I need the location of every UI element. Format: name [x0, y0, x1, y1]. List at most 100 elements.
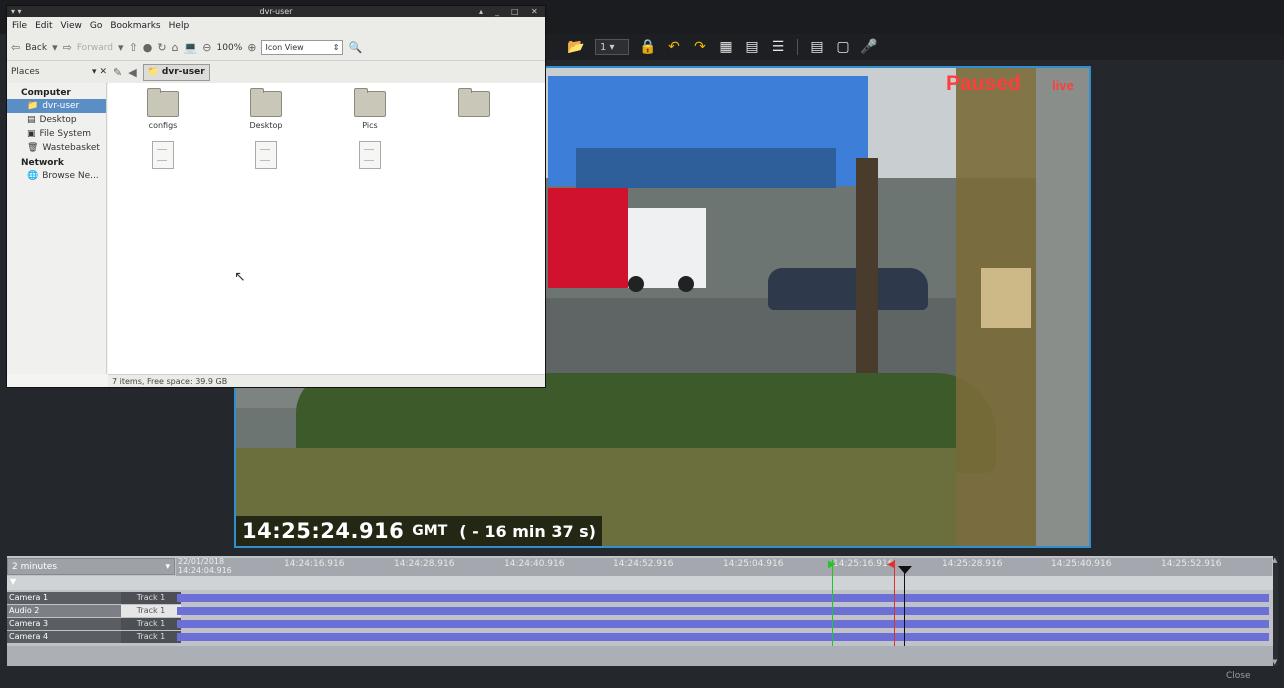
- file-icon-view[interactable]: configs Desktop Pics: [108, 83, 545, 374]
- file-item[interactable]: [330, 141, 410, 169]
- undo-icon[interactable]: ↶: [663, 37, 685, 57]
- sidebar-heading-computer: Computer: [21, 88, 71, 98]
- recording-bar[interactable]: [177, 633, 1269, 641]
- timeline-ruler[interactable]: 14:24:16.916 14:24:28.916 14:24:40.916 1…: [176, 558, 1272, 576]
- breadcrumb-label: dvr-user: [161, 67, 205, 77]
- track-label[interactable]: Track 1: [121, 592, 181, 604]
- range-start-marker[interactable]: [832, 560, 833, 646]
- timeline-row[interactable]: Camera 1 Track 1: [7, 592, 1273, 604]
- stop-icon[interactable]: ●: [143, 41, 153, 54]
- red-flag-icon[interactable]: ◀: [887, 559, 895, 570]
- scroll-up-icon[interactable]: ▲: [1272, 556, 1277, 564]
- forward-dropdown-icon[interactable]: ▾: [118, 41, 124, 54]
- menu-file[interactable]: File: [12, 21, 27, 31]
- menu-go[interactable]: Go: [90, 21, 102, 31]
- bars-icon[interactable]: ☰: [767, 37, 789, 57]
- green-flag-icon[interactable]: ▶: [828, 559, 836, 570]
- file-name: configs: [148, 121, 178, 130]
- channel-select[interactable]: 1 ▾: [595, 39, 629, 55]
- file-item[interactable]: configs: [123, 88, 203, 130]
- scroll-down-icon[interactable]: ▼: [1272, 658, 1277, 666]
- list-icon[interactable]: ▤: [806, 37, 828, 57]
- track-label[interactable]: Track 1: [121, 605, 181, 617]
- window-menu-icon[interactable]: ▾ ▾: [11, 6, 22, 17]
- timeline-row[interactable]: Audio 2 Track 1: [7, 605, 1273, 617]
- folder-icon: [147, 88, 179, 117]
- timeline-tick: 14:24:16.916: [284, 559, 345, 569]
- sidebar-item-label: dvr-user: [42, 101, 80, 111]
- screen-icon[interactable]: ▢: [832, 37, 854, 57]
- zoom-out-icon[interactable]: ⊖: [202, 41, 211, 54]
- record-icon[interactable]: 🎤: [858, 37, 880, 57]
- playhead-icon[interactable]: [898, 566, 912, 574]
- menu-edit[interactable]: Edit: [35, 21, 52, 31]
- close-button[interactable]: Close: [1226, 671, 1251, 681]
- sidebar-item-filesystem[interactable]: ▣ File System: [7, 127, 106, 141]
- forward-arrow-icon: ⇨: [62, 41, 72, 54]
- file-name: Desktop: [249, 121, 283, 130]
- file-toolbar: ⇦ Back ▾ ⇨ Forward ▾ ⇧ ● ↻ ⌂ 💻 ⊖ 100% ⊕ …: [7, 35, 545, 61]
- file-manager-window[interactable]: ▾ ▾ dvr-user ▴ _ □ ✕ File Edit View Go B…: [6, 5, 546, 388]
- menu-view[interactable]: View: [61, 21, 82, 31]
- file-item[interactable]: Desktop: [226, 88, 306, 130]
- timeline-row[interactable]: Camera 3 Track 1: [7, 618, 1273, 630]
- timeline-scrollbar[interactable]: [1273, 556, 1278, 666]
- file-item[interactable]: [226, 141, 306, 169]
- timestamp-offset: ( - 16 min 37 s): [459, 521, 596, 541]
- file-item[interactable]: Pics: [330, 88, 410, 130]
- zoom-in-icon[interactable]: ⊕: [247, 41, 256, 54]
- places-dropdown-icon[interactable]: ▾: [92, 67, 97, 77]
- paused-indicator: Paused: [946, 72, 1021, 95]
- window-close-icon[interactable]: ✕: [531, 6, 538, 17]
- computer-icon[interactable]: 💻: [184, 41, 198, 54]
- lock-icon[interactable]: 🔒: [637, 37, 659, 57]
- window-shade-icon[interactable]: ▴: [479, 6, 483, 17]
- track-label[interactable]: Track 1: [121, 631, 181, 643]
- sidebar-item-desktop[interactable]: ▤ Desktop: [7, 113, 106, 127]
- redo-icon[interactable]: ↷: [689, 37, 711, 57]
- forward-button[interactable]: Forward: [77, 43, 113, 53]
- timeline-tick: 14:25:52.916: [1161, 559, 1222, 569]
- recording-bar[interactable]: [177, 607, 1269, 615]
- status-bar: 7 items, Free space: 39.9 GB: [108, 374, 545, 387]
- window-minimize-icon[interactable]: _: [495, 6, 499, 17]
- sidebar-heading-network: Network: [21, 158, 64, 168]
- window-titlebar[interactable]: ▾ ▾ dvr-user ▴ _ □ ✕: [7, 6, 545, 17]
- back-dropdown-icon[interactable]: ▾: [52, 41, 58, 54]
- crumb-left-arrow-icon[interactable]: ◀: [128, 66, 136, 79]
- recording-bar[interactable]: [177, 594, 1269, 602]
- sidebar-item-browse-network[interactable]: 🌐 Browse Ne...: [7, 169, 106, 183]
- edit-location-icon[interactable]: ✎: [113, 66, 122, 79]
- home-icon[interactable]: ⌂: [172, 41, 179, 54]
- timeline-zoom-select[interactable]: 2 minutes ▾: [7, 558, 175, 575]
- video-truck-wheel: [628, 276, 644, 292]
- sidebar-item-label: Desktop: [39, 115, 77, 125]
- range-end-marker[interactable]: [894, 560, 895, 646]
- places-close-icon[interactable]: ✕: [99, 67, 107, 77]
- caption-icon[interactable]: ▤: [741, 37, 763, 57]
- export-icon[interactable]: ▦: [715, 37, 737, 57]
- playhead-line[interactable]: [904, 568, 905, 646]
- video-building-windows: [576, 148, 836, 188]
- recording-bar[interactable]: [177, 620, 1269, 628]
- collapse-triangle-icon[interactable]: ▼: [10, 577, 16, 586]
- search-icon[interactable]: 🔍: [348, 41, 362, 54]
- back-button[interactable]: Back: [25, 43, 47, 53]
- sidebar-item-wastebasket[interactable]: 🗑 Wastebasket: [7, 141, 106, 155]
- sidebar-item-home[interactable]: 📁 dvr-user: [7, 99, 106, 113]
- view-mode-select[interactable]: Icon View ⇕: [261, 40, 344, 55]
- file-item[interactable]: [123, 141, 203, 169]
- menu-bookmarks[interactable]: Bookmarks: [110, 21, 160, 31]
- track-label[interactable]: Track 1: [121, 618, 181, 630]
- menu-help[interactable]: Help: [169, 21, 190, 31]
- breadcrumb[interactable]: 📁 dvr-user: [142, 63, 210, 81]
- timeline-row[interactable]: Camera 4 Track 1: [7, 631, 1273, 643]
- timeline-collapse-row: [7, 576, 1273, 590]
- folder-icon[interactable]: 📂: [565, 37, 587, 57]
- video-truck-wheel: [678, 276, 694, 292]
- file-item[interactable]: [434, 88, 514, 121]
- places-label[interactable]: Places: [11, 67, 40, 77]
- reload-icon[interactable]: ↻: [157, 41, 166, 54]
- up-icon[interactable]: ⇧: [129, 41, 138, 54]
- window-maximize-icon[interactable]: □: [511, 6, 519, 17]
